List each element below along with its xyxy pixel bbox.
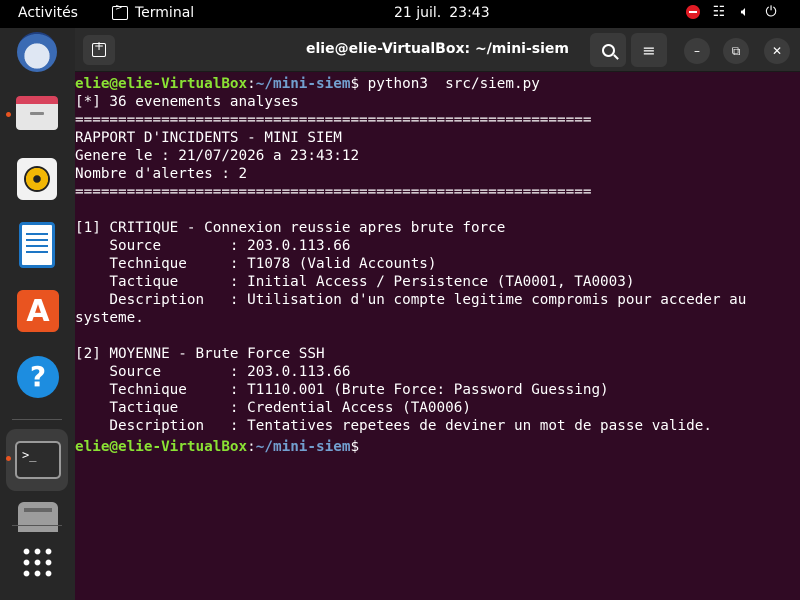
activities-button[interactable]: Activités [18, 5, 78, 21]
minimize-button[interactable]: – [684, 38, 710, 64]
output-line: Description : Utilisation d'un compte le… [75, 292, 747, 308]
output-line: Tactique : Initial Access / Persistence … [75, 274, 635, 290]
output-line: ========================================… [75, 112, 592, 128]
output-line: Technique : T1110.001 (Brute Force: Pass… [75, 382, 609, 398]
title-bar[interactable]: elie@elie-VirtualBox: ~/mini-siem ≡ – ⧉ … [75, 28, 800, 72]
volume-icon[interactable]: 🔈︎ [732, 4, 758, 20]
dock-separator [12, 419, 62, 420]
terminal-output[interactable]: elie@elie-VirtualBox:~/mini-siem$ python… [75, 75, 800, 455]
output-line: [*] 36 evenements analyses [75, 94, 299, 110]
dock-item-thunderbird[interactable] [6, 28, 68, 90]
command-line: elie@elie-VirtualBox:~/mini-siem$ python… [75, 75, 800, 93]
prompt-colon: : [247, 439, 256, 455]
close-button[interactable]: ✕ [764, 38, 790, 64]
output-line: Tactique : Credential Access (TA0006) [75, 400, 471, 416]
terminal-window[interactable]: elie@elie-VirtualBox: ~/mini-siem ≡ – ⧉ … [75, 28, 800, 600]
prompt-path: ~/mini-siem [255, 76, 351, 92]
power-icon[interactable]: ⏻ [758, 4, 784, 20]
output-line: Technique : T1078 (Valid Accounts) [75, 256, 437, 272]
terminal-icon [112, 3, 128, 20]
dock: A ? >_ [0, 28, 75, 600]
dock-separator [12, 525, 62, 526]
output-line: [1] CRITIQUE - Connexion reussie apres b… [75, 220, 506, 236]
dock-item-writer[interactable] [6, 214, 68, 276]
dock-item-rhythmbox[interactable] [6, 148, 68, 210]
dock-item-files[interactable] [6, 82, 68, 144]
show-apps-button[interactable] [6, 532, 68, 594]
output-line: systeme. [75, 310, 144, 326]
cursor [359, 435, 367, 451]
prompt-colon: : [247, 76, 256, 92]
clock[interactable]: 21 juil. 23:43 [394, 5, 490, 21]
restore-icon: ⧉ [731, 43, 741, 58]
prompt-symbol: $ [350, 439, 360, 455]
help-icon: ? [17, 356, 59, 398]
app-store-icon: A [17, 290, 59, 332]
output-line: Source : 203.0.113.66 [75, 364, 351, 380]
hamburger-icon: ≡ [642, 40, 656, 60]
dock-item-terminal[interactable]: >_ [6, 429, 68, 491]
prompt-line: elie@elie-VirtualBox:~/mini-siem$ [75, 435, 800, 455]
output-line: Genere le : 21/07/2026 a 23:43:12 [75, 148, 360, 164]
system-tray[interactable]: ☷ 🔈︎ ⏻ [680, 4, 784, 20]
terminal-icon: >_ [15, 441, 61, 479]
command-text: python3 src/siem.py [359, 76, 540, 92]
running-indicator [6, 456, 11, 461]
output-line: Nombre d'alertes : 2 [75, 166, 248, 182]
output-line: Description : Tentatives repetees de dev… [75, 418, 712, 434]
do-not-disturb-icon[interactable] [680, 4, 706, 20]
output-line: ========================================… [75, 184, 592, 200]
thunderbird-icon [17, 32, 57, 72]
output-line: [2] MOYENNE - Brute Force SSH [75, 346, 325, 362]
clock-date: 21 juil. [394, 5, 442, 21]
network-icon[interactable]: ☷ [706, 4, 732, 20]
dock-item-software[interactable]: A [6, 280, 68, 342]
output-line: Source : 203.0.113.66 [75, 238, 351, 254]
close-icon: ✕ [771, 44, 783, 58]
menu-button[interactable]: ≡ [631, 33, 667, 67]
drive-icon [18, 502, 58, 532]
prompt-path: ~/mini-siem [255, 439, 351, 455]
grid-icon [21, 546, 53, 578]
prompt-user: elie@elie-VirtualBox [75, 76, 248, 92]
rhythmbox-icon [17, 158, 57, 200]
writer-icon [19, 222, 55, 268]
app-menu[interactable]: Terminal [112, 3, 195, 21]
prompt-user: elie@elie-VirtualBox [75, 439, 248, 455]
search-icon [601, 43, 615, 57]
app-name: Terminal [135, 5, 195, 21]
output-line: RAPPORT D'INCIDENTS - MINI SIEM [75, 130, 342, 146]
prompt-symbol: $ [350, 76, 360, 92]
top-bar: Activités Terminal 21 juil. 23:43 ☷ 🔈︎ ⏻ [0, 0, 800, 28]
files-icon [16, 96, 58, 130]
clock-time: 23:43 [449, 5, 490, 21]
maximize-button[interactable]: ⧉ [723, 38, 749, 64]
minimize-icon: – [694, 44, 700, 58]
dock-item-help[interactable]: ? [6, 346, 68, 408]
search-button[interactable] [590, 33, 626, 67]
